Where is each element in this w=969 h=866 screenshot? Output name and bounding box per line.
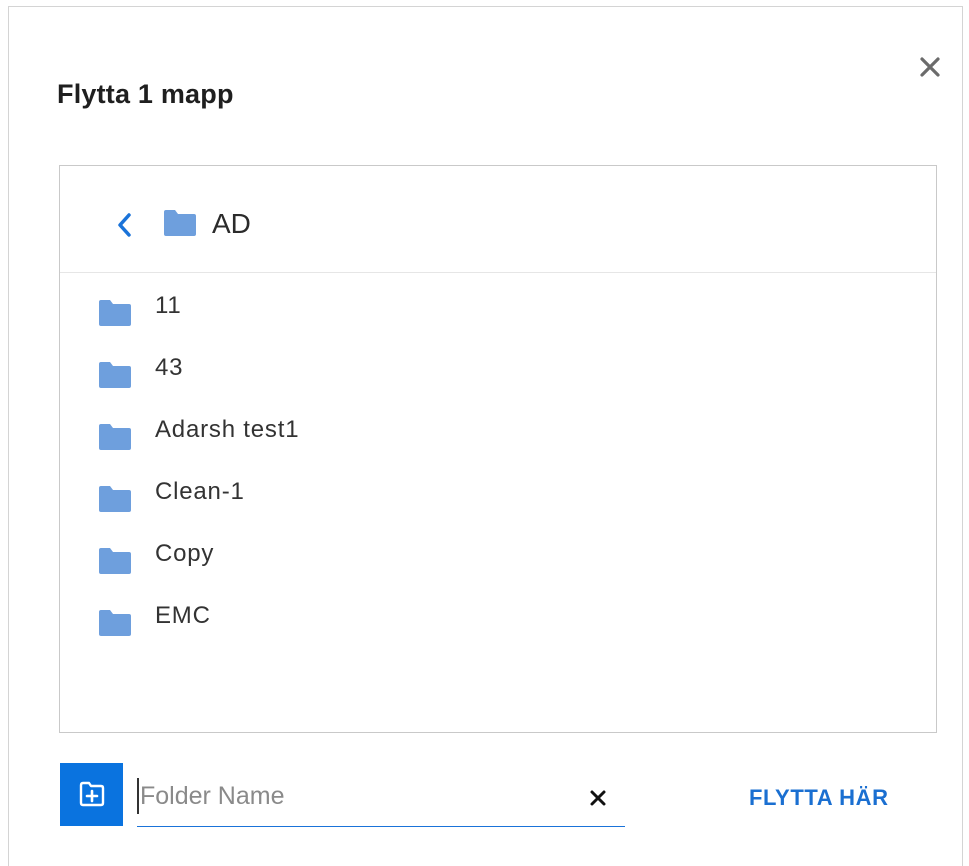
folder-icon	[99, 610, 131, 636]
folder-icon	[99, 424, 131, 450]
clear-button[interactable]	[586, 786, 610, 810]
folder-icon	[99, 486, 131, 512]
folder-browser: AD 11 43 Adarsh test1 Clean-1 Copy EMC	[59, 165, 937, 733]
new-folder-icon	[79, 781, 105, 807]
folder-icon	[99, 548, 131, 574]
folder-name-input[interactable]	[137, 778, 560, 814]
move-here-button[interactable]: FLYTTA HÄR	[749, 785, 889, 811]
folder-list-item[interactable]: EMC	[60, 593, 936, 645]
folder-list-item[interactable]: Clean-1	[60, 469, 936, 521]
current-folder-name: AD	[212, 208, 251, 239]
close-button[interactable]	[913, 50, 947, 84]
folder-list-item-label: EMC	[155, 602, 211, 629]
folder-icon	[99, 300, 131, 326]
new-folder-button[interactable]	[60, 763, 123, 826]
folder-icon	[164, 210, 196, 236]
folder-list-item-label: Adarsh test1	[155, 416, 300, 443]
folder-list-item-label: 43	[155, 354, 184, 381]
back-button[interactable]	[110, 208, 140, 242]
folder-list-item[interactable]: Adarsh test1	[60, 407, 936, 459]
folder-list-item[interactable]: 11	[60, 283, 936, 335]
move-folder-dialog: Flytta 1 mapp AD 11 43 Adarsh test1 Clea…	[8, 6, 963, 866]
chevron-left-icon	[118, 213, 131, 237]
folder-browser-header: AD	[60, 166, 936, 273]
clear-icon	[590, 790, 606, 806]
dialog-title: Flytta 1 mapp	[57, 79, 234, 109]
folder-list-item[interactable]: 43	[60, 345, 936, 397]
folder-name-field	[137, 770, 625, 827]
folder-list-item-label: Clean-1	[155, 478, 245, 505]
folder-list-item[interactable]: Copy	[60, 531, 936, 583]
folder-list-item-label: 11	[155, 292, 182, 319]
folder-list-item-label: Copy	[155, 540, 215, 567]
folder-icon	[99, 362, 131, 388]
close-icon	[920, 57, 940, 77]
